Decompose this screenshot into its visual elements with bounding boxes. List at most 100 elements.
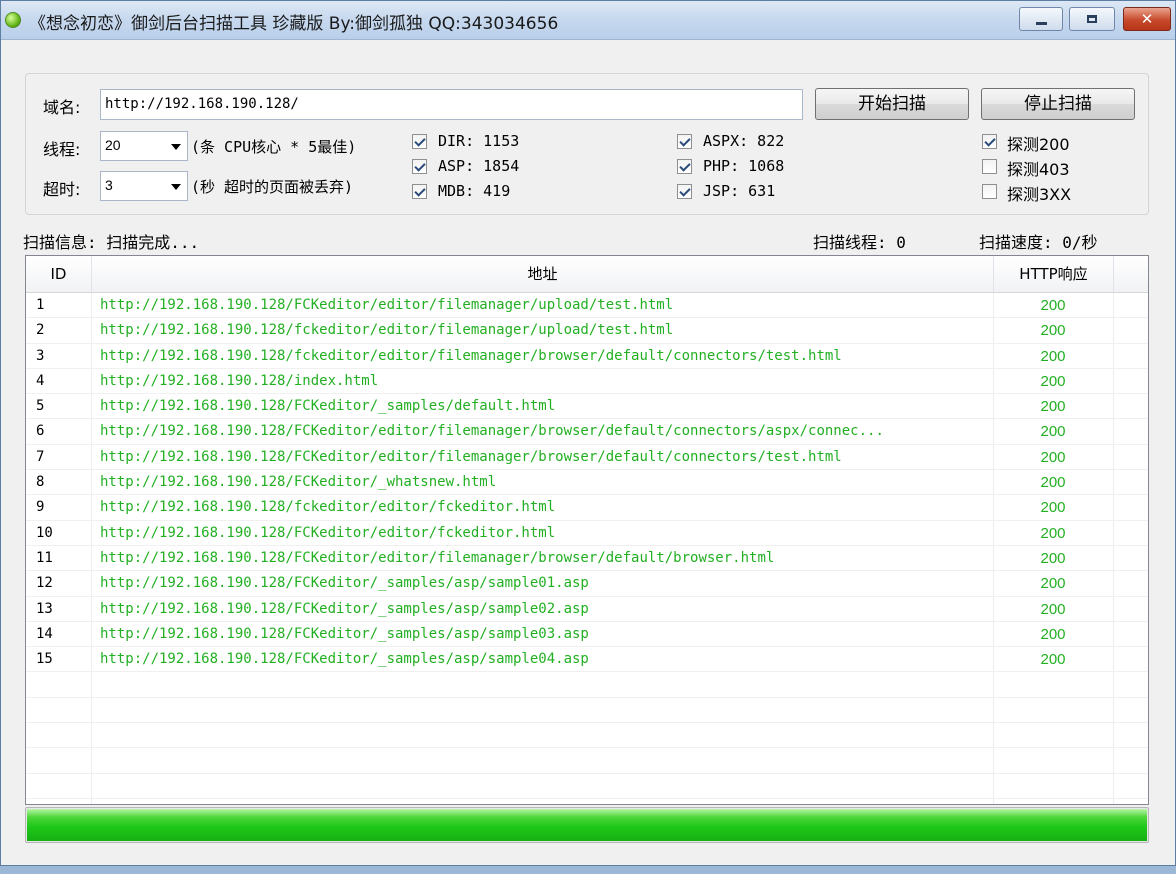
domain-label: 域名: — [43, 98, 81, 117]
row-http-code: 200 — [1040, 600, 1066, 618]
results-table[interactable]: ID 地址 HTTP响应 1 http://192.168.190.128/FCK… — [25, 255, 1149, 805]
empty-row — [26, 774, 1148, 799]
timeout-combo[interactable]: 3 — [100, 171, 188, 201]
timeout-label: 超时: — [43, 180, 81, 199]
table-row[interactable]: 7 http://192.168.190.128/FCKeditor/editor… — [26, 445, 1148, 471]
scan-threads-status: 扫描线程: 0 — [813, 233, 906, 252]
probe-checkbox-3xx[interactable] — [982, 184, 997, 199]
table-row[interactable]: 11 http://192.168.190.128/FCKeditor/edito… — [26, 546, 1148, 572]
row-http-code: 200 — [1040, 423, 1066, 441]
checkmark-icon — [414, 185, 426, 197]
row-http-code: 200 — [1040, 322, 1066, 340]
table-row[interactable]: 4 http://192.168.190.128/index.html 200 — [26, 369, 1148, 395]
row-id: 13 — [36, 600, 53, 617]
dict-checkbox-jsp[interactable] — [677, 184, 692, 199]
column-header-http[interactable]: HTTP响应 — [994, 256, 1114, 292]
row-id: 3 — [36, 347, 45, 364]
checkmark-icon — [679, 185, 691, 197]
table-row[interactable]: 2 http://192.168.190.128/fckeditor/editor… — [26, 318, 1148, 344]
row-id: 8 — [36, 474, 45, 491]
timeout-value: 3 — [105, 177, 113, 193]
dict-checkbox-php[interactable] — [677, 159, 692, 174]
row-url: http://192.168.190.128/fckeditor/editor/… — [100, 322, 674, 339]
row-id: 12 — [36, 575, 53, 592]
dict-label-asp: ASP: 1854 — [438, 157, 520, 175]
row-http-code: 200 — [1040, 474, 1066, 492]
table-row[interactable]: 1 http://192.168.190.128/FCKeditor/editor… — [26, 293, 1148, 319]
stop-scan-button[interactable]: 停止扫描 — [981, 88, 1135, 120]
row-url: http://192.168.190.128/FCKeditor/_sample… — [100, 625, 589, 642]
row-url: http://192.168.190.128/FCKeditor/editor/… — [100, 524, 556, 541]
app-icon — [5, 12, 21, 28]
empty-row — [26, 698, 1148, 724]
row-id: 5 — [36, 398, 45, 415]
table-row[interactable]: 5 http://192.168.190.128/FCKeditor/_sampl… — [26, 394, 1148, 420]
window-title: 《想念初恋》御剑后台扫描工具 珍藏版 By:御剑孤独 QQ:343034656 — [29, 14, 559, 34]
row-url: http://192.168.190.128/FCKeditor/editor/… — [100, 448, 842, 465]
row-http-code: 200 — [1040, 625, 1066, 643]
row-url: http://192.168.190.128/FCKeditor/_sample… — [100, 651, 589, 668]
table-row[interactable]: 9 http://192.168.190.128/fckeditor/editor… — [26, 495, 1148, 521]
threads-combo[interactable]: 20 — [100, 131, 188, 161]
empty-row — [26, 672, 1148, 698]
column-header-url[interactable]: 地址 — [92, 256, 994, 292]
table-row[interactable]: 10 http://192.168.190.128/FCKeditor/edito… — [26, 521, 1148, 546]
dict-label-aspx: ASPX: 822 — [703, 132, 785, 150]
domain-input[interactable]: http://192.168.190.128/ — [100, 89, 803, 120]
dict-label-jsp: JSP: 631 — [703, 182, 776, 200]
probe-checkbox-200[interactable] — [982, 134, 997, 149]
checkmark-icon — [679, 135, 691, 147]
scan-info-status: 扫描信息: 扫描完成... — [23, 233, 200, 252]
dict-label-dir: DIR: 1153 — [438, 132, 520, 150]
scan-speed-status: 扫描速度: 0/秒 — [979, 233, 1098, 252]
column-header-id[interactable]: ID — [26, 256, 92, 292]
row-http-code: 200 — [1040, 398, 1066, 416]
chevron-down-icon — [171, 144, 181, 150]
table-row[interactable]: 3 http://192.168.190.128/fckeditor/editor… — [26, 344, 1148, 369]
threads-value: 20 — [105, 137, 121, 153]
main-window: 《想念初恋》御剑后台扫描工具 珍藏版 By:御剑孤独 QQ:343034656 … — [0, 0, 1176, 866]
title-bar[interactable]: 《想念初恋》御剑后台扫描工具 珍藏版 By:御剑孤独 QQ:343034656 … — [1, 1, 1175, 40]
dict-label-mdb: MDB: 419 — [438, 182, 511, 200]
table-row[interactable]: 8 http://192.168.190.128/FCKeditor/_whats… — [26, 470, 1148, 496]
row-url: http://192.168.190.128/FCKeditor/editor/… — [100, 423, 884, 440]
row-http-code: 200 — [1040, 524, 1066, 542]
table-header: ID 地址 HTTP响应 — [26, 256, 1148, 293]
row-http-code: 200 — [1040, 448, 1066, 466]
dict-checkbox-asp[interactable] — [412, 159, 427, 174]
close-button[interactable]: ✕ — [1123, 7, 1171, 31]
row-id: 6 — [36, 423, 45, 440]
row-id: 2 — [36, 322, 45, 339]
row-http-code: 200 — [1040, 372, 1066, 390]
scan-progress-bar — [25, 807, 1149, 843]
row-http-code: 200 — [1040, 297, 1066, 314]
row-id: 4 — [36, 372, 45, 389]
start-scan-button[interactable]: 开始扫描 — [815, 88, 969, 120]
dict-checkbox-aspx[interactable] — [677, 134, 692, 149]
table-row[interactable]: 6 http://192.168.190.128/FCKeditor/editor… — [26, 419, 1148, 445]
probe-label-403: 探测403 — [1007, 160, 1070, 179]
probe-checkbox-403[interactable] — [982, 159, 997, 174]
row-http-code: 200 — [1040, 549, 1066, 567]
maximize-button[interactable] — [1069, 7, 1115, 31]
checkmark-icon — [984, 135, 996, 147]
row-http-code: 200 — [1040, 499, 1066, 517]
checkmark-icon — [414, 160, 426, 172]
dict-checkbox-mdb[interactable] — [412, 184, 427, 199]
dict-label-php: PHP: 1068 — [703, 157, 785, 175]
threads-hint: (条 CPU核心 * 5最佳) — [191, 138, 357, 156]
table-row[interactable]: 12 http://192.168.190.128/FCKeditor/_samp… — [26, 571, 1148, 597]
table-row[interactable]: 14 http://192.168.190.128/FCKeditor/_samp… — [26, 622, 1148, 648]
row-url: http://192.168.190.128/FCKeditor/editor/… — [100, 549, 775, 566]
row-url: http://192.168.190.128/FCKeditor/editor/… — [100, 297, 674, 313]
table-row[interactable]: 15 http://192.168.190.128/FCKeditor/_samp… — [26, 647, 1148, 673]
row-id: 1 — [36, 297, 45, 313]
row-url: http://192.168.190.128/fckeditor/editor/… — [100, 347, 842, 364]
minimize-button[interactable] — [1019, 7, 1063, 31]
empty-row — [26, 748, 1148, 774]
table-row[interactable]: 13 http://192.168.190.128/FCKeditor/_samp… — [26, 597, 1148, 622]
dict-checkbox-dir[interactable] — [412, 134, 427, 149]
row-http-code: 200 — [1040, 651, 1066, 669]
row-url: http://192.168.190.128/FCKeditor/_sample… — [100, 600, 589, 617]
checkmark-icon — [679, 160, 691, 172]
